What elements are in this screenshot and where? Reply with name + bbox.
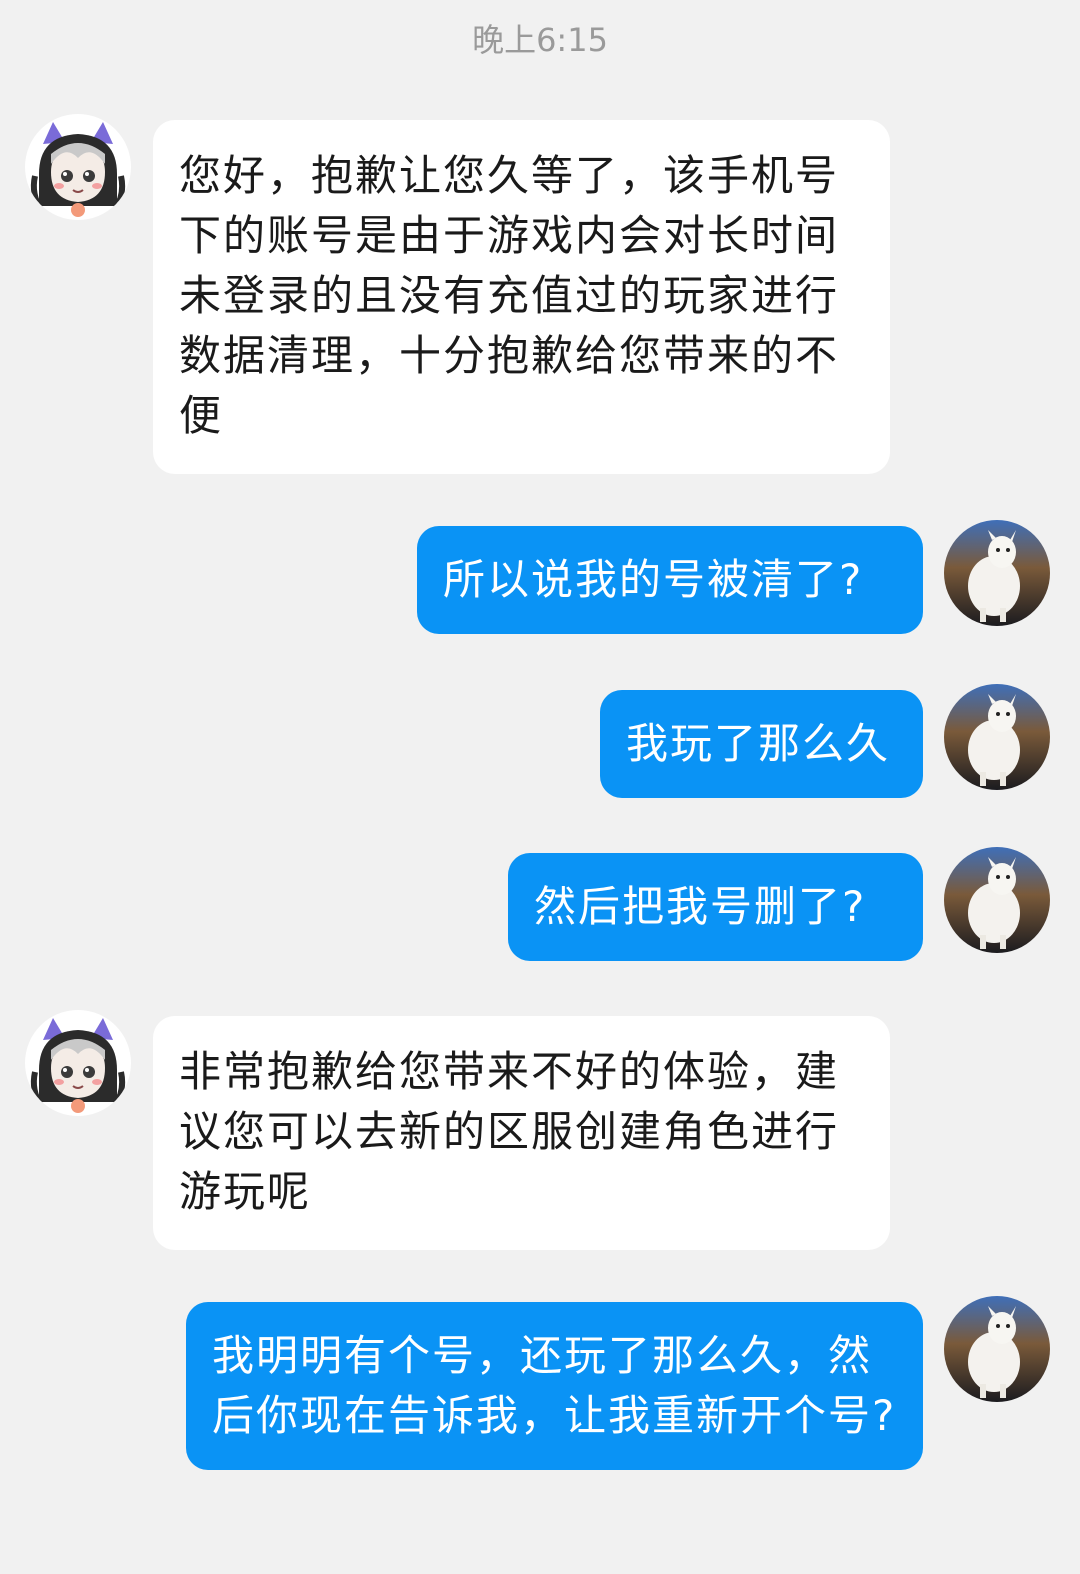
incoming-message-bubble[interactable]: 非常抱歉给您带来不好的体验，建议您可以去新的区服创建角色进行游玩呢 — [153, 1016, 890, 1250]
outgoing-message-bubble[interactable]: 所以说我的号被清了? — [417, 526, 923, 634]
agent-avatar-icon[interactable] — [25, 1010, 131, 1116]
chat-window: 晚上6:15 您好，抱歉让您久等了，该手机号下的账号是由于游戏内会对长时间未登录… — [0, 0, 1080, 1574]
message-timestamp: 晚上6:15 — [472, 21, 608, 59]
user-avatar-icon[interactable] — [944, 684, 1050, 790]
agent-avatar-icon[interactable] — [25, 114, 131, 220]
message-text: 我明明有个号，还玩了那么久，然后你现在告诉我，让我重新开个号? — [212, 1331, 897, 1440]
user-avatar-icon[interactable] — [944, 1296, 1050, 1402]
message-text: 我玩了那么久 — [626, 719, 891, 768]
incoming-message-bubble[interactable]: 您好，抱歉让您久等了，该手机号下的账号是由于游戏内会对长时间未登录的且没有充值过… — [153, 120, 890, 474]
outgoing-message-bubble[interactable]: 我玩了那么久 — [600, 690, 923, 798]
message-text: 您好，抱歉让您久等了，该手机号下的账号是由于游戏内会对长时间未登录的且没有充值过… — [179, 151, 840, 440]
message-text: 非常抱歉给您带来不好的体验，建议您可以去新的区服创建角色进行游玩呢 — [179, 1047, 840, 1216]
outgoing-message-bubble[interactable]: 我明明有个号，还玩了那么久，然后你现在告诉我，让我重新开个号? — [186, 1302, 923, 1470]
message-text: 然后把我号删了? — [534, 882, 867, 931]
user-avatar-icon[interactable] — [944, 847, 1050, 953]
outgoing-message-bubble[interactable]: 然后把我号删了? — [508, 853, 923, 961]
user-avatar-icon[interactable] — [944, 520, 1050, 626]
message-text: 所以说我的号被清了? — [443, 555, 864, 604]
